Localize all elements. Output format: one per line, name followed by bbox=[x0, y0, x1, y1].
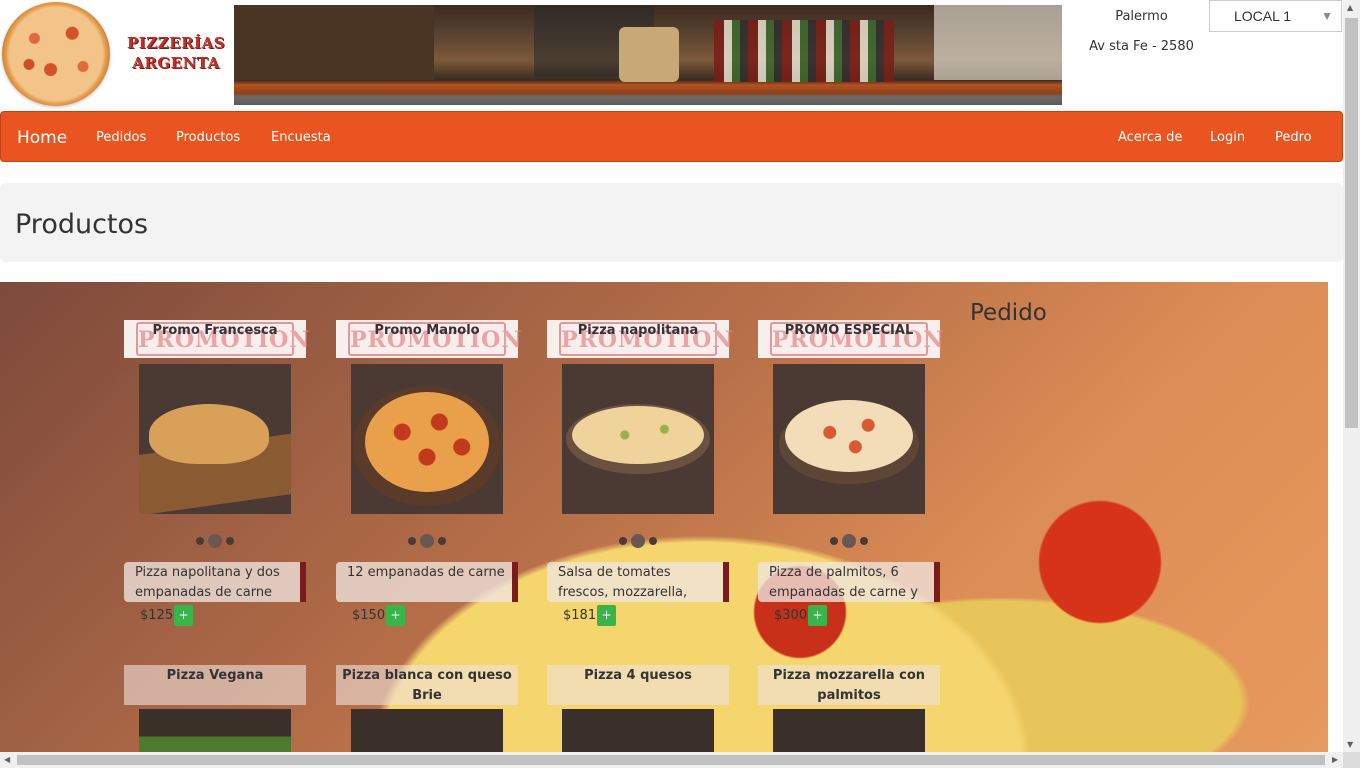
product-image[interactable] bbox=[562, 364, 714, 514]
product-card: Pizza 4 quesos bbox=[547, 665, 729, 755]
location-info: Palermo Av sta Fe - 2580 bbox=[1084, 2, 1199, 62]
product-image[interactable] bbox=[139, 709, 291, 755]
horizontal-scrollbar[interactable]: ◀ ▶ bbox=[0, 752, 1343, 768]
product-title-box: PROMOTION Pizza napolitana bbox=[547, 320, 732, 358]
location-address: Av sta Fe - 2580 bbox=[1089, 39, 1194, 54]
page-title: Productos bbox=[15, 209, 149, 240]
product-card: Pizza Vegana bbox=[124, 665, 306, 755]
horizontal-scroll-thumb[interactable] bbox=[17, 755, 1325, 765]
nav-encuesta[interactable]: Encuesta bbox=[271, 130, 331, 145]
add-to-order-button[interactable]: + bbox=[174, 605, 193, 626]
carousel-dot[interactable] bbox=[408, 536, 416, 545]
product-card: PROMOTION PROMO ESPECIAL Pizza de palmit… bbox=[758, 320, 943, 630]
main-navbar: Home Pedidos Productos Encuesta Acerca d… bbox=[0, 111, 1343, 162]
nav-pedidos[interactable]: Pedidos bbox=[96, 130, 146, 145]
product-title: Pizza mozzarella con palmitos bbox=[758, 665, 940, 705]
local-select-value: LOCAL 1 bbox=[1234, 8, 1292, 24]
product-description: Salsa de tomates frescos, mozzarella, or… bbox=[547, 562, 729, 602]
product-title: Pizza blanca con queso Brie bbox=[336, 665, 518, 705]
product-title: Pizza 4 quesos bbox=[547, 665, 729, 705]
product-image[interactable] bbox=[139, 364, 291, 514]
product-title: PROMO ESPECIAL bbox=[784, 323, 914, 338]
add-to-order-button[interactable]: + bbox=[386, 605, 405, 626]
logo-text-line1: PIZZERÍAS bbox=[126, 34, 226, 52]
scrollbar-corner bbox=[1343, 752, 1360, 768]
product-title: Pizza napolitana bbox=[577, 323, 699, 338]
carousel-indicators bbox=[758, 530, 940, 549]
product-card: Pizza mozzarella con palmitos bbox=[758, 665, 940, 755]
carousel-dot[interactable] bbox=[226, 536, 234, 545]
logo-pizza-image[interactable] bbox=[2, 2, 110, 106]
carousel-dot-active[interactable] bbox=[208, 533, 222, 548]
product-title-box: PROMOTION Promo Francesca bbox=[124, 320, 309, 358]
site-header: PIZZERÍAS ARGENTA Palermo Av sta Fe - 25… bbox=[0, 0, 1343, 110]
product-title-box: PROMOTION Promo Manolo bbox=[336, 320, 521, 358]
add-to-order-button[interactable]: + bbox=[808, 605, 827, 626]
logo-text-line2: ARGENTA bbox=[132, 54, 220, 72]
chevron-down-icon: ▼ bbox=[1321, 9, 1333, 23]
product-price: $150 bbox=[352, 608, 386, 623]
vertical-scroll-thumb[interactable] bbox=[1345, 18, 1358, 428]
product-image[interactable] bbox=[351, 364, 503, 514]
product-price: $125 bbox=[140, 608, 174, 623]
nav-login[interactable]: Login bbox=[1210, 130, 1245, 145]
product-card: PROMOTION Promo Francesca Pizza napolita… bbox=[124, 320, 309, 630]
nav-productos[interactable]: Productos bbox=[176, 130, 240, 145]
nav-user[interactable]: Pedro bbox=[1275, 130, 1312, 145]
product-image[interactable] bbox=[562, 709, 714, 755]
scroll-right-icon[interactable]: ▶ bbox=[1332, 755, 1338, 764]
product-image[interactable] bbox=[773, 364, 925, 514]
product-card: Pizza blanca con queso Brie bbox=[336, 665, 518, 755]
header-banner-image bbox=[234, 5, 1062, 105]
local-select[interactable]: LOCAL 1 ▼ bbox=[1209, 0, 1342, 32]
scroll-up-icon[interactable]: ▲ bbox=[1347, 3, 1353, 12]
product-title-box: PROMOTION PROMO ESPECIAL bbox=[758, 320, 943, 358]
carousel-dot[interactable] bbox=[619, 536, 627, 545]
carousel-dot[interactable] bbox=[649, 536, 657, 545]
carousel-dot-active[interactable] bbox=[631, 533, 645, 548]
carousel-indicators bbox=[336, 530, 518, 549]
carousel-dot-active[interactable] bbox=[842, 533, 856, 548]
location-city: Palermo bbox=[1115, 9, 1168, 24]
page-header: Productos bbox=[0, 183, 1343, 262]
product-description: Pizza de palmitos, 6 empanadas de carne … bbox=[758, 562, 940, 602]
nav-acerca-de[interactable]: Acerca de bbox=[1118, 130, 1182, 145]
carousel-dot[interactable] bbox=[438, 536, 446, 545]
carousel-dot[interactable] bbox=[196, 536, 204, 545]
product-card: PROMOTION Promo Manolo 12 empanadas de c… bbox=[336, 320, 521, 630]
product-price: $300 bbox=[774, 608, 808, 623]
logo-text[interactable]: PIZZERÍAS ARGENTA bbox=[124, 33, 228, 73]
product-title: Pizza Vegana bbox=[124, 665, 306, 705]
product-title: Promo Manolo bbox=[374, 323, 480, 338]
carousel-indicators bbox=[547, 530, 729, 549]
scroll-down-icon[interactable]: ▼ bbox=[1347, 740, 1353, 749]
product-description: Pizza napolitana y dos empanadas de carn… bbox=[124, 562, 306, 602]
nav-home[interactable]: Home bbox=[17, 128, 67, 148]
carousel-dot[interactable] bbox=[860, 536, 868, 545]
vertical-scrollbar[interactable]: ▲ ▼ bbox=[1343, 0, 1360, 752]
order-title: Pedido bbox=[970, 300, 1047, 326]
product-image[interactable] bbox=[773, 709, 925, 755]
scroll-left-icon[interactable]: ◀ bbox=[4, 755, 10, 764]
product-image[interactable] bbox=[351, 709, 503, 755]
product-description: 12 empanadas de carne bbox=[336, 562, 518, 602]
product-title: Promo Francesca bbox=[152, 323, 278, 338]
add-to-order-button[interactable]: + bbox=[597, 605, 616, 626]
carousel-indicators bbox=[124, 530, 306, 549]
carousel-dot-active[interactable] bbox=[420, 533, 434, 548]
carousel-dot[interactable] bbox=[830, 536, 838, 545]
product-price: $181 bbox=[563, 608, 597, 623]
product-card: PROMOTION Pizza napolitana Salsa de toma… bbox=[547, 320, 732, 630]
